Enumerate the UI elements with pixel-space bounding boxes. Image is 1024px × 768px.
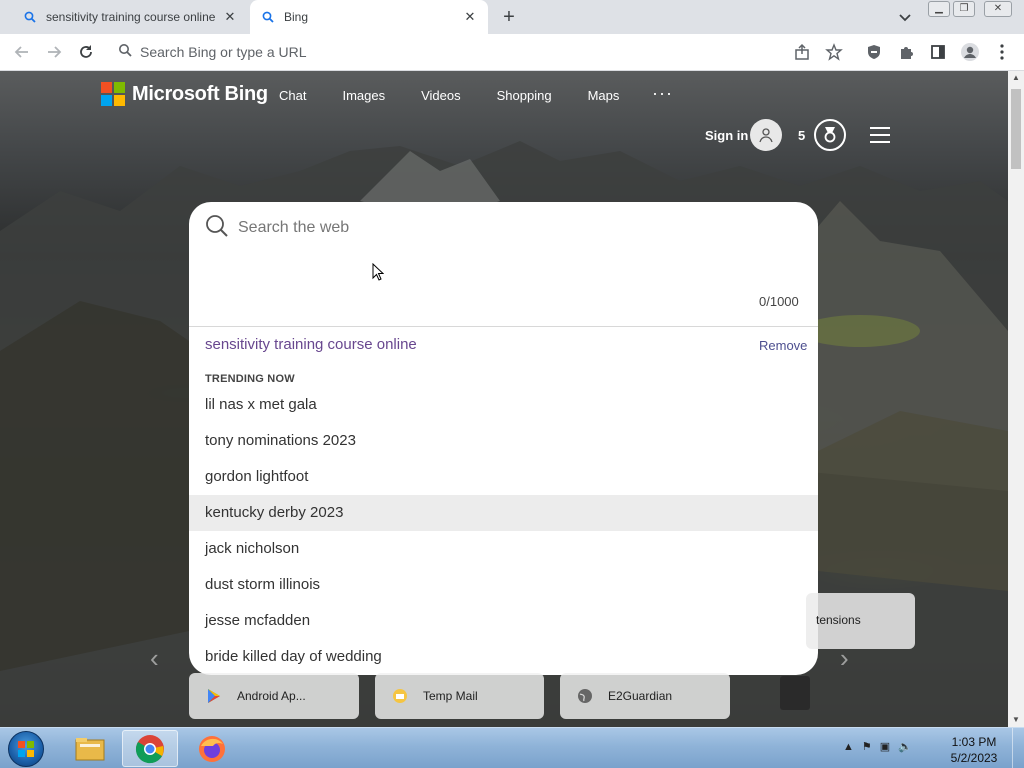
tab-title: Bing [284, 10, 309, 24]
profile-icon[interactable] [960, 42, 980, 62]
close-tab-icon[interactable]: ✕ [462, 9, 478, 25]
suggestion-item[interactable]: tony nominations 2023 [189, 423, 818, 459]
close-tab-icon[interactable]: ✕ [222, 9, 238, 25]
search-icon [22, 9, 38, 25]
search-icon [118, 43, 132, 62]
windows-start-icon[interactable] [8, 731, 44, 767]
suggestion-item[interactable]: lil nas x met gala [189, 387, 818, 423]
firefox-icon[interactable] [184, 730, 240, 767]
trending-heading: TRENDING NOW [205, 373, 295, 385]
suggestion-item[interactable]: dust storm illinois [189, 567, 818, 603]
system-tray: ▲ ⚑ ▣ 🔈 [843, 740, 920, 754]
tile-label: Temp Mail [423, 689, 478, 703]
action-center-flag-icon[interactable]: ⚑ [862, 740, 872, 753]
microsoft-logo-icon [101, 82, 125, 106]
menu-kebab-icon[interactable] [992, 42, 1012, 62]
tray-expand-icon[interactable]: ▲ [843, 741, 854, 753]
minimize-button[interactable]: ▁ [928, 1, 950, 17]
user-avatar-icon[interactable] [750, 119, 782, 151]
shield-extension-icon[interactable] [864, 42, 884, 62]
clock[interactable]: 1:03 PM 5/2/2023 [945, 734, 1003, 766]
suggestion-item[interactable]: jesse mcfadden [189, 603, 818, 639]
suggestion-item[interactable]: bride killed day of wedding [189, 639, 818, 675]
nav-shopping[interactable]: Shopping [497, 88, 552, 103]
rewards-medal-icon[interactable] [814, 119, 846, 151]
chevron-down-icon[interactable] [896, 8, 914, 26]
clock-time: 1:03 PM [951, 735, 997, 749]
bing-logo-text: Microsoft Bing [132, 82, 268, 105]
url-input[interactable] [140, 44, 740, 60]
file-explorer-icon[interactable] [62, 730, 118, 767]
tile-label: Android Ap... [237, 689, 306, 703]
windows-taskbar: ▲ ⚑ ▣ 🔈 1:03 PM 5/2/2023 [0, 727, 1024, 768]
reload-icon[interactable] [76, 42, 96, 62]
search-input[interactable] [238, 219, 778, 237]
extensions-tile[interactable]: tensions [806, 593, 915, 649]
globe-icon [576, 687, 594, 705]
play-store-icon [205, 687, 223, 705]
tile-label: E2Guardian [608, 689, 673, 703]
remove-history-link[interactable]: Remove [759, 338, 807, 353]
extensions-puzzle-icon[interactable] [896, 42, 916, 62]
chrome-icon[interactable] [122, 730, 178, 767]
suggestion-item[interactable]: gordon lightfoot [189, 459, 818, 495]
clock-date: 5/2/2023 [950, 751, 998, 765]
forward-arrow-icon[interactable] [44, 42, 64, 62]
tile-temp-mail[interactable]: Temp Mail [375, 673, 544, 719]
bing-homepage: Microsoft Bing Chat Images Videos Shoppi… [0, 71, 1008, 727]
maximize-button[interactable]: ❐ [953, 1, 975, 17]
address-bar[interactable] [108, 37, 852, 67]
nav-maps[interactable]: Maps [588, 88, 620, 103]
tab-strip: sensitivity training course online ✕ Bin… [0, 0, 1024, 34]
nav-images[interactable]: Images [342, 88, 385, 103]
browser-toolbar [0, 34, 1024, 71]
nav-videos[interactable]: Videos [421, 88, 461, 103]
suggestion-item-highlighted[interactable]: kentucky derby 2023 [189, 495, 818, 531]
carousel-prev-icon[interactable]: ‹ [150, 643, 159, 674]
thumbnail-image[interactable] [780, 676, 810, 710]
character-count: 0/1000 [759, 294, 799, 309]
mouse-cursor-icon [372, 263, 384, 281]
scroll-thumb[interactable] [1011, 89, 1021, 169]
share-icon[interactable] [792, 42, 812, 62]
bookmark-star-icon[interactable] [824, 42, 844, 62]
new-tab-button[interactable]: + [498, 6, 520, 28]
back-arrow-icon[interactable] [12, 42, 32, 62]
scroll-up-arrow-icon[interactable]: ▲ [1008, 71, 1024, 85]
carousel-next-icon[interactable]: › [840, 643, 849, 674]
search-icon [205, 214, 229, 243]
more-nav-button[interactable]: ··· [652, 83, 673, 104]
bing-logo[interactable]: Microsoft Bing [101, 82, 268, 106]
tab-title: sensitivity training course online [46, 10, 216, 24]
search-icon [260, 9, 276, 25]
search-history-item[interactable]: sensitivity training course online Remov… [189, 327, 818, 363]
temp-mail-icon [391, 687, 409, 705]
suggestion-item[interactable]: jack nicholson [189, 531, 818, 567]
volume-icon[interactable]: 🔈 [898, 740, 912, 753]
close-window-button[interactable]: ✕ [984, 1, 1012, 17]
history-query[interactable]: sensitivity training course online [205, 336, 417, 353]
sign-in-link[interactable]: Sign in [705, 128, 748, 143]
tab-bing[interactable]: Bing ✕ [250, 0, 488, 34]
scroll-down-arrow-icon[interactable]: ▼ [1008, 713, 1024, 727]
page-scrollbar[interactable]: ▲ ▼ [1008, 71, 1024, 727]
tile-e2guardian[interactable]: E2Guardian [560, 673, 730, 719]
side-panel-icon[interactable] [928, 42, 948, 62]
network-icon[interactable]: ▣ [880, 740, 890, 753]
hamburger-menu-icon[interactable] [870, 127, 890, 143]
bing-nav: Chat Images Videos Shopping Maps [279, 88, 655, 103]
show-desktop-button[interactable] [1012, 728, 1024, 768]
nav-chat[interactable]: Chat [279, 88, 306, 103]
tile-android-apps[interactable]: Android Ap... [189, 673, 359, 719]
rewards-points[interactable]: 5 [798, 128, 805, 143]
tab-sensitivity-training[interactable]: sensitivity training course online ✕ [8, 0, 248, 34]
search-panel: 0/1000 sensitivity training course onlin… [189, 202, 818, 675]
search-box[interactable] [205, 214, 795, 243]
